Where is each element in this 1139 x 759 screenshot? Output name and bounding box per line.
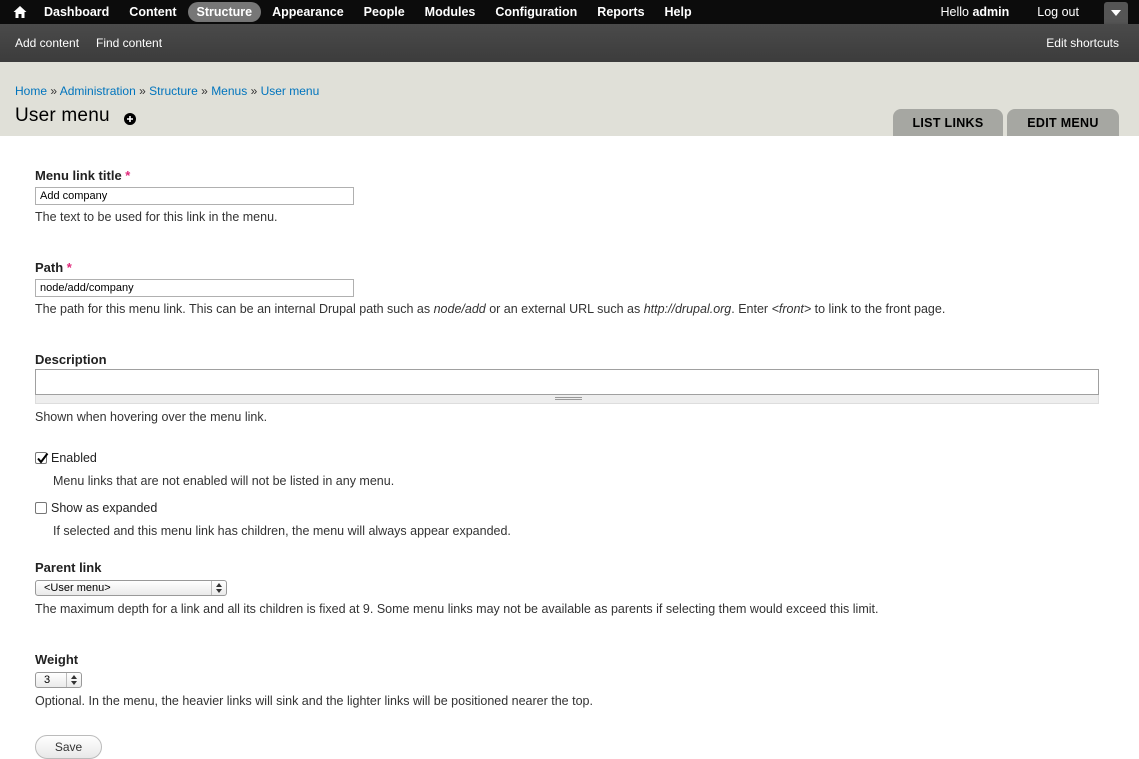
grip-icon [555, 397, 582, 400]
parent-link-description: The maximum depth for a link and all its… [35, 602, 879, 616]
path-label-text: Path [35, 260, 64, 275]
breadcrumb-structure[interactable]: Structure [149, 84, 198, 98]
breadcrumb-separator: » [139, 84, 146, 98]
path-desc-part: The path for this menu link. This can be… [35, 302, 434, 316]
path-desc-part: . Enter [731, 302, 772, 316]
expanded-checkbox[interactable] [35, 502, 47, 514]
enabled-checkbox[interactable] [35, 452, 49, 464]
toolbar-item-people[interactable]: People [355, 2, 414, 22]
select-arrows-icon [66, 673, 81, 687]
user-greeting: Hello admin [941, 5, 1010, 19]
path-desc-part: or an external URL such as [485, 302, 644, 316]
tab-edit-menu[interactable]: EDIT MENU [1007, 109, 1119, 136]
breadcrumb-home[interactable]: Home [15, 84, 47, 98]
menu-link-title-label: Menu link title * [35, 168, 130, 183]
admin-toolbar: Dashboard Content Structure Appearance P… [0, 0, 1139, 24]
breadcrumb-separator: » [50, 84, 58, 98]
breadcrumb-administration[interactable]: Administration [60, 84, 136, 98]
page-header: Home » Administration » Structure » Menu… [0, 62, 1139, 136]
shortcut-find-content[interactable]: Find content [96, 36, 162, 50]
checkmark-icon [37, 452, 49, 464]
textarea-resize-handle[interactable] [35, 395, 1099, 404]
add-shortcut-icon[interactable] [124, 112, 136, 125]
path-label: Path * [35, 260, 72, 275]
breadcrumb-user-menu[interactable]: User menu [261, 84, 320, 98]
breadcrumb-separator: » [201, 84, 208, 98]
toolbar-item-modules[interactable]: Modules [416, 2, 485, 22]
toolbar-item-structure[interactable]: Structure [187, 2, 262, 22]
description-help: Shown when hovering over the menu link. [35, 410, 268, 424]
weight-select[interactable]: 3 [35, 672, 82, 688]
parent-link-value: <User menu> [44, 582, 111, 594]
edit-shortcuts-link[interactable]: Edit shortcuts [1046, 36, 1119, 50]
chevron-down-icon [1111, 10, 1121, 16]
path-desc-example: http://drupal.org [643, 302, 732, 316]
path-desc-part: to link to the front page. [811, 302, 946, 316]
weight-label: Weight [35, 652, 79, 667]
breadcrumb-separator: » [250, 84, 258, 98]
toolbar-item-configuration[interactable]: Configuration [486, 2, 586, 22]
weight-description: Optional. In the menu, the heavier links… [35, 694, 593, 708]
description-label: Description [35, 352, 107, 367]
expanded-label[interactable]: Show as expanded [51, 501, 157, 515]
expanded-description: If selected and this menu link has child… [53, 524, 511, 538]
parent-link-label: Parent link [35, 560, 102, 575]
path-input[interactable] [35, 279, 354, 297]
menu-link-title-description: The text to be used for this link in the… [35, 210, 278, 224]
username-link[interactable]: admin [972, 5, 1009, 19]
required-marker: * [125, 168, 131, 183]
logout-link[interactable]: Log out [1037, 5, 1079, 19]
path-description: The path for this menu link. This can be… [35, 302, 945, 316]
toolbar-item-content[interactable]: Content [120, 2, 185, 22]
parent-link-select[interactable]: <User menu> [35, 580, 227, 596]
tab-list-links[interactable]: LIST LINKS [893, 109, 1003, 136]
greeting-prefix: Hello [940, 5, 973, 19]
shortcuts-bar: Add content Find content Edit shortcuts [0, 24, 1139, 62]
user-area: Hello admin Log out [941, 0, 1080, 24]
required-marker: * [66, 260, 72, 275]
path-desc-example: <front> [771, 302, 812, 316]
page-title: User menu [15, 105, 110, 126]
toolbar-item-appearance[interactable]: Appearance [263, 2, 353, 22]
breadcrumb: Home » Administration » Structure » Menu… [15, 84, 319, 98]
toolbar-item-dashboard[interactable]: Dashboard [35, 2, 118, 22]
enabled-label[interactable]: Enabled [51, 451, 97, 465]
description-textarea[interactable] [35, 369, 1099, 395]
enabled-description: Menu links that are not enabled will not… [53, 474, 395, 488]
weight-value: 3 [44, 674, 51, 686]
toolbar-menu: Dashboard Content Structure Appearance P… [35, 0, 703, 24]
save-button[interactable]: Save [35, 735, 102, 759]
menu-link-title-input[interactable] [35, 187, 354, 205]
shortcut-add-content[interactable]: Add content [15, 36, 79, 50]
path-desc-example: node/add [433, 302, 486, 316]
select-arrows-icon [211, 581, 226, 595]
home-icon[interactable] [12, 4, 28, 20]
breadcrumb-menus[interactable]: Menus [211, 84, 247, 98]
toolbar-item-help[interactable]: Help [656, 2, 701, 22]
shortcuts-toggle[interactable] [1104, 2, 1128, 24]
menu-link-title-label-text: Menu link title [35, 168, 122, 183]
toolbar-item-reports[interactable]: Reports [588, 2, 653, 22]
